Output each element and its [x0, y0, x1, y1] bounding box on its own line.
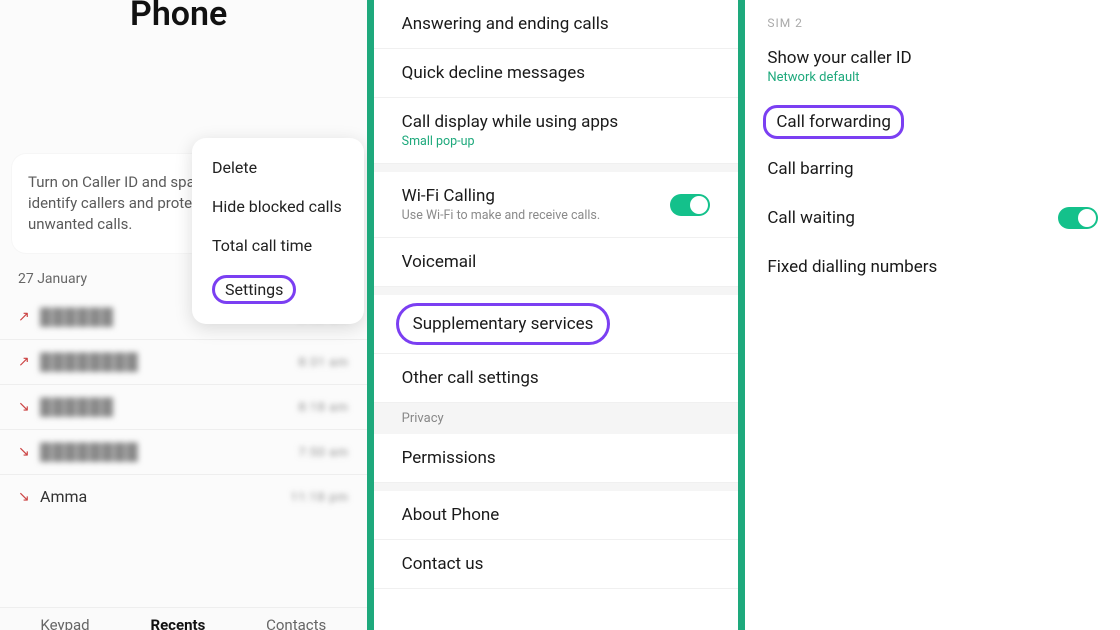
tab-keypad[interactable]: Keypad: [40, 616, 89, 630]
incoming-call-icon: ↘: [18, 444, 40, 460]
highlight-supplementary: Supplementary services: [396, 303, 611, 345]
call-contact-name: ████████: [40, 442, 299, 462]
setting-about-phone[interactable]: About Phone: [374, 491, 739, 540]
setting-label: Supplementary services: [413, 314, 594, 334]
overflow-menu-popup: Delete Hide blocked calls Total call tim…: [192, 138, 364, 324]
section-gap: [374, 287, 739, 295]
setting-label: Wi-Fi Calling: [402, 186, 671, 206]
setting-label: Call waiting: [767, 208, 1058, 228]
setting-supplementary-services[interactable]: Supplementary services: [374, 295, 739, 354]
sim-label: SIM 2: [745, 0, 1120, 34]
call-time: 8:18 am: [299, 400, 349, 414]
setting-quick-decline[interactable]: Quick decline messages: [374, 49, 739, 98]
setting-sublabel: Network default: [767, 70, 1098, 85]
call-contact-name: Amma: [40, 487, 291, 506]
setting-answering[interactable]: Answering and ending calls: [374, 0, 739, 49]
setting-fixed-dialling[interactable]: Fixed dialling numbers: [745, 243, 1120, 291]
setting-voicemail[interactable]: Voicemail: [374, 238, 739, 287]
setting-label: Show your caller ID: [767, 48, 1098, 68]
setting-label: Quick decline messages: [402, 63, 711, 83]
setting-call-waiting[interactable]: Call waiting: [745, 193, 1120, 243]
call-log-list: ↗ ██████ 8:32 am ↗ ████████ 8:31 am ↘ ██…: [0, 295, 367, 518]
setting-sublabel: Small pop-up: [402, 134, 711, 149]
setting-label: Voicemail: [402, 252, 711, 272]
setting-label: About Phone: [402, 505, 711, 525]
tab-recents[interactable]: Recents: [150, 616, 205, 630]
outgoing-call-icon: ↗: [18, 354, 40, 370]
call-time: 7:50 am: [299, 445, 349, 459]
setting-label: Call display while using apps: [402, 112, 711, 132]
outgoing-call-icon: ↗: [18, 309, 40, 325]
section-gap: [374, 164, 739, 172]
call-contact-name: ██████: [40, 397, 299, 417]
call-log-row[interactable]: ↘ ██████ 8:18 am: [0, 384, 367, 429]
setting-label: Permissions: [402, 448, 711, 468]
setting-show-caller-id[interactable]: Show your caller ID Network default: [745, 34, 1120, 99]
setting-sublabel: Use Wi-Fi to make and receive calls.: [402, 208, 671, 223]
call-time: 8:31 am: [299, 355, 349, 369]
screen-divider: [367, 0, 374, 630]
setting-wifi-calling[interactable]: Wi-Fi Calling Use Wi-Fi to make and rece…: [374, 172, 739, 238]
menu-item-delete[interactable]: Delete: [192, 148, 364, 187]
call-log-row[interactable]: ↘ Amma 11:18 pm: [0, 474, 367, 518]
menu-item-total-call-time[interactable]: Total call time: [192, 226, 364, 265]
setting-call-forwarding[interactable]: Call forwarding: [745, 99, 1120, 145]
call-log-row[interactable]: ↗ ████████ 8:31 am: [0, 339, 367, 384]
setting-label: Call barring: [767, 159, 1098, 179]
setting-other-call-settings[interactable]: Other call settings: [374, 354, 739, 403]
setting-label: Answering and ending calls: [402, 14, 711, 34]
call-contact-name: ████████: [40, 352, 299, 372]
incoming-call-icon: ↘: [18, 489, 40, 505]
setting-call-display[interactable]: Call display while using apps Small pop-…: [374, 98, 739, 164]
setting-call-barring[interactable]: Call barring: [745, 145, 1120, 193]
setting-label: Contact us: [402, 554, 711, 574]
menu-item-hide-blocked[interactable]: Hide blocked calls: [192, 187, 364, 226]
highlight-call-forwarding: Call forwarding: [763, 105, 904, 139]
section-gap: [374, 483, 739, 491]
setting-contact-us[interactable]: Contact us: [374, 540, 739, 589]
menu-item-settings[interactable]: Settings: [192, 265, 364, 314]
highlight-settings: Settings: [212, 275, 296, 304]
bottom-tabs: Keypad Recents Contacts: [0, 607, 367, 630]
section-header-privacy: Privacy: [374, 403, 739, 434]
page-title: Phone: [0, 0, 367, 44]
setting-permissions[interactable]: Permissions: [374, 434, 739, 483]
phone-app-screen: Phone Turn on Caller ID and spam protect…: [0, 0, 367, 630]
call-time: 11:18 pm: [291, 490, 349, 504]
tab-contacts[interactable]: Contacts: [266, 616, 326, 630]
incoming-call-icon: ↘: [18, 399, 40, 415]
setting-label: Other call settings: [402, 368, 711, 388]
screen-divider: [738, 0, 745, 630]
call-log-row[interactable]: ↘ ████████ 7:50 am: [0, 429, 367, 474]
setting-label: Fixed dialling numbers: [767, 257, 1098, 277]
call-settings-screen: Answering and ending calls Quick decline…: [374, 0, 739, 630]
wifi-calling-toggle[interactable]: [670, 194, 710, 216]
setting-label: Call forwarding: [776, 112, 891, 132]
supplementary-services-screen: SIM 2 Show your caller ID Network defaul…: [745, 0, 1120, 630]
call-waiting-toggle[interactable]: [1058, 207, 1098, 229]
